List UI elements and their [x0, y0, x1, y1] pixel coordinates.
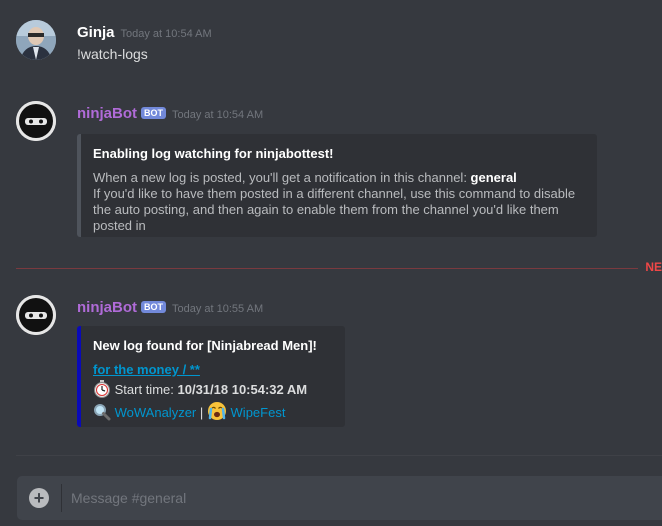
embed: Enabling log watching for ninjabottest! …	[77, 134, 597, 237]
embed-title: New log found for [Ninjabread Men]!	[93, 338, 317, 353]
composer-divider-line	[61, 484, 62, 512]
author-name[interactable]: ninjaBot	[77, 299, 137, 316]
new-messages-divider	[16, 268, 638, 269]
crying-face-icon	[207, 402, 226, 420]
composer-divider	[16, 455, 662, 456]
log-link[interactable]: for the money / **	[93, 362, 200, 377]
embed-line: Start time: 10/31/18 10:54:32 AM	[93, 380, 331, 398]
embed-title: Enabling log watching for ninjabottest!	[93, 146, 334, 161]
bot-badge: BOT	[141, 301, 166, 313]
avatar[interactable]	[16, 101, 56, 141]
embed-line: for the money / **	[93, 362, 331, 378]
ninja-avatar-icon	[16, 295, 56, 335]
message-composer: +	[17, 476, 662, 520]
link-separator: |	[199, 405, 204, 420]
username[interactable]: ninjaBot BOT Today at 10:55 AM	[77, 299, 263, 316]
embed-line: posted in	[93, 218, 146, 233]
embed: New log found for [Ninjabread Men]! for …	[77, 326, 345, 427]
author-name[interactable]: Ginja	[77, 24, 115, 41]
username[interactable]: Ginja Today at 10:54 AM	[77, 24, 212, 41]
magnifying-glass-icon	[94, 404, 111, 421]
username[interactable]: ninjaBot BOT Today at 10:54 AM	[77, 105, 263, 122]
ninja-avatar-icon	[16, 101, 56, 141]
channel-name: general	[470, 170, 517, 185]
embed-text: When a new log is posted, you'll get a n…	[93, 170, 471, 185]
embed-line: If you'd like to have them posted in a d…	[93, 186, 576, 201]
embed-line: the auto posting, and then again to enab…	[93, 202, 559, 217]
start-time-label: Start time:	[114, 382, 174, 397]
embed-line: When a new log is posted, you'll get a n…	[93, 170, 583, 186]
wipefest-link[interactable]: WipeFest	[231, 405, 286, 420]
new-messages-label: NE	[639, 260, 662, 274]
timestamp: Today at 10:54 AM	[120, 28, 212, 40]
add-attachment-icon[interactable]: +	[29, 488, 49, 508]
message-input[interactable]	[71, 489, 631, 507]
user-avatar-icon	[16, 20, 56, 60]
stopwatch-icon	[94, 380, 110, 398]
start-time-value: 10/31/18 10:54:32 AM	[177, 382, 308, 397]
timestamp: Today at 10:54 AM	[172, 109, 264, 121]
author-name[interactable]: ninjaBot	[77, 105, 137, 122]
avatar[interactable]	[16, 295, 56, 335]
avatar[interactable]	[16, 20, 56, 60]
message-content: !watch-logs	[77, 46, 148, 62]
embed-line: WoWAnalyzer | WipeFest	[93, 401, 331, 421]
bot-badge: BOT	[141, 107, 166, 119]
timestamp: Today at 10:55 AM	[172, 303, 264, 315]
wowanalyzer-link[interactable]: WoWAnalyzer	[115, 405, 197, 420]
